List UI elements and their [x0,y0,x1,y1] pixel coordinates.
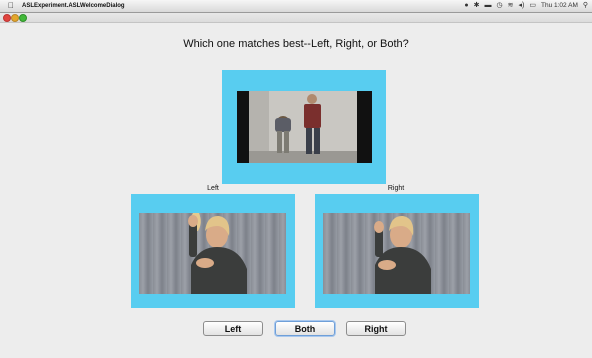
question-text: Which one matches best--Left, Right, or … [183,38,409,50]
left-video [139,213,286,294]
window-titlebar [0,13,592,23]
reference-video [237,91,372,163]
minimize-window-button[interactable] [11,14,19,22]
right-video [323,213,470,294]
volume-icon[interactable]: ◂) [519,0,525,12]
signer-image-left [188,213,247,294]
bluetooth-icon[interactable]: ✱ [474,0,480,12]
apple-icon[interactable]:  [8,0,14,12]
time-machine-icon[interactable]: ◷ [497,0,503,12]
left-button[interactable]: Left [203,321,263,336]
battery-icon[interactable]: ▭ [529,0,536,12]
spotlight-icon[interactable]: ⚲ [583,0,588,12]
both-button[interactable]: Both [275,321,335,336]
clock[interactable]: Thu 1:02 AM [541,0,578,12]
display-icon[interactable]: ▬ [485,0,492,12]
right-label: Right [387,185,405,192]
zoom-window-button[interactable] [19,14,27,22]
reference-video-image [237,91,372,163]
close-window-button[interactable] [3,14,11,22]
status-area: ● ✱ ▬ ◷ ≋ ◂) ▭ Thu 1:02 AM ⚲ [464,0,588,12]
left-label: Left [207,185,219,192]
spotify-icon[interactable]: ● [464,0,468,12]
wifi-icon[interactable]: ≋ [508,0,514,12]
signer-image-right [374,215,431,294]
right-button[interactable]: Right [346,321,406,336]
menu-bar:  ASLExperiment.ASLWelcomeDialog ● ✱ ▬ ◷… [0,0,592,13]
app-name[interactable]: ASLExperiment.ASLWelcomeDialog [22,0,125,12]
